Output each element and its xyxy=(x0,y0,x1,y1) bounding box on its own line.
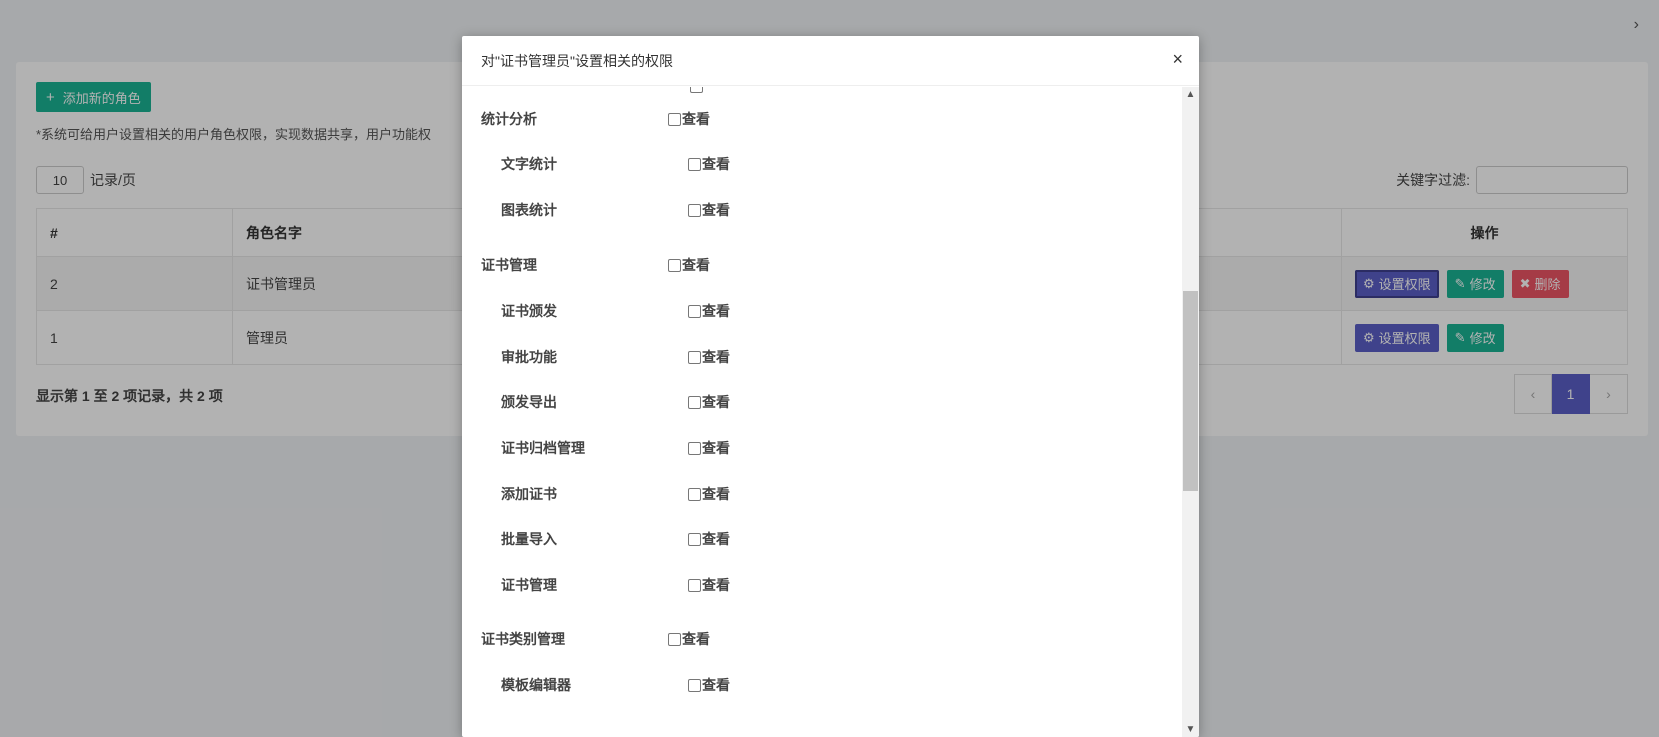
permission-label: 模板编辑器 xyxy=(501,677,571,693)
checkbox-icon[interactable] xyxy=(688,678,701,692)
view-label: 查看 xyxy=(702,486,730,502)
permission-label: 审批功能 xyxy=(501,349,557,365)
view-checkbox[interactable]: 查看 xyxy=(688,484,730,504)
view-label: 查看 xyxy=(702,202,730,218)
permission-label: 批量导入 xyxy=(501,531,557,547)
view-label: 查看 xyxy=(702,677,730,693)
permission-label: 证书归档管理 xyxy=(501,440,585,456)
view-label: 查看 xyxy=(682,111,710,127)
scroll-up-icon[interactable]: ▲ xyxy=(1182,89,1199,100)
scrollbar-thumb[interactable] xyxy=(1183,291,1198,491)
view-checkbox[interactable]: 查看 xyxy=(688,154,730,174)
permission-list: 统计分析 查看 文字统计 查看 图表统计 查看 证书管理 查看 证书颁发 查看 审批功能 查看 颁发导出… xyxy=(462,87,1182,737)
checkbox-icon[interactable] xyxy=(688,203,701,217)
checkbox-icon[interactable] xyxy=(688,395,701,409)
view-label: 查看 xyxy=(682,631,710,647)
view-checkbox[interactable]: 查看 xyxy=(688,347,730,367)
checkbox-icon[interactable] xyxy=(688,532,701,546)
view-label: 查看 xyxy=(682,257,710,273)
view-checkbox[interactable]: 查看 xyxy=(668,255,710,275)
view-checkbox[interactable]: 查看 xyxy=(688,200,730,220)
view-checkbox[interactable]: 查看 xyxy=(688,301,730,321)
checkbox-icon[interactable] xyxy=(688,487,701,501)
checkbox-icon[interactable] xyxy=(668,632,681,646)
view-checkbox[interactable]: 查看 xyxy=(688,675,730,695)
permission-label: 统计分析 xyxy=(481,111,537,127)
checkbox-icon[interactable] xyxy=(668,258,681,272)
view-label: 查看 xyxy=(702,156,730,172)
permission-label: 图表统计 xyxy=(501,202,557,218)
view-label: 查看 xyxy=(702,394,730,410)
scroll-down-icon[interactable]: ▼ xyxy=(1182,724,1199,735)
checkbox-icon[interactable] xyxy=(688,441,701,455)
checkbox-icon[interactable] xyxy=(668,112,681,126)
view-label: 查看 xyxy=(702,349,730,365)
view-label: 查看 xyxy=(702,531,730,547)
modal-scrollbar[interactable]: ▲ ▼ xyxy=(1182,87,1199,737)
view-checkbox[interactable]: 查看 xyxy=(688,392,730,412)
permission-label: 添加证书 xyxy=(501,486,557,502)
view-label: 查看 xyxy=(702,440,730,456)
view-label: 查看 xyxy=(702,303,730,319)
permission-label: 证书管理 xyxy=(501,577,557,593)
close-icon[interactable]: × xyxy=(1172,50,1183,68)
modal-header: 对"证书管理员"设置相关的权限 × xyxy=(462,36,1199,86)
view-checkbox[interactable]: 查看 xyxy=(668,109,710,129)
checkbox-partial[interactable] xyxy=(690,87,703,93)
permission-label: 证书颁发 xyxy=(501,303,557,319)
checkbox-icon[interactable] xyxy=(688,157,701,171)
permission-label: 颁发导出 xyxy=(501,394,557,410)
view-checkbox[interactable]: 查看 xyxy=(688,529,730,549)
permission-modal: 对"证书管理员"设置相关的权限 × 统计分析 查看 文字统计 查看 图表统计 查看 证书管理… xyxy=(462,36,1199,737)
checkbox-icon[interactable] xyxy=(688,304,701,318)
permission-label: 文字统计 xyxy=(501,156,557,172)
checkbox-icon[interactable] xyxy=(688,350,701,364)
view-checkbox[interactable]: 查看 xyxy=(688,575,730,595)
checkbox-icon[interactable] xyxy=(688,578,701,592)
view-label: 查看 xyxy=(702,577,730,593)
modal-title: 对"证书管理员"设置相关的权限 xyxy=(481,52,673,69)
permission-label: 证书管理 xyxy=(481,257,537,273)
permission-label: 证书类别管理 xyxy=(481,631,565,647)
view-checkbox[interactable]: 查看 xyxy=(668,629,710,649)
view-checkbox[interactable]: 查看 xyxy=(688,438,730,458)
